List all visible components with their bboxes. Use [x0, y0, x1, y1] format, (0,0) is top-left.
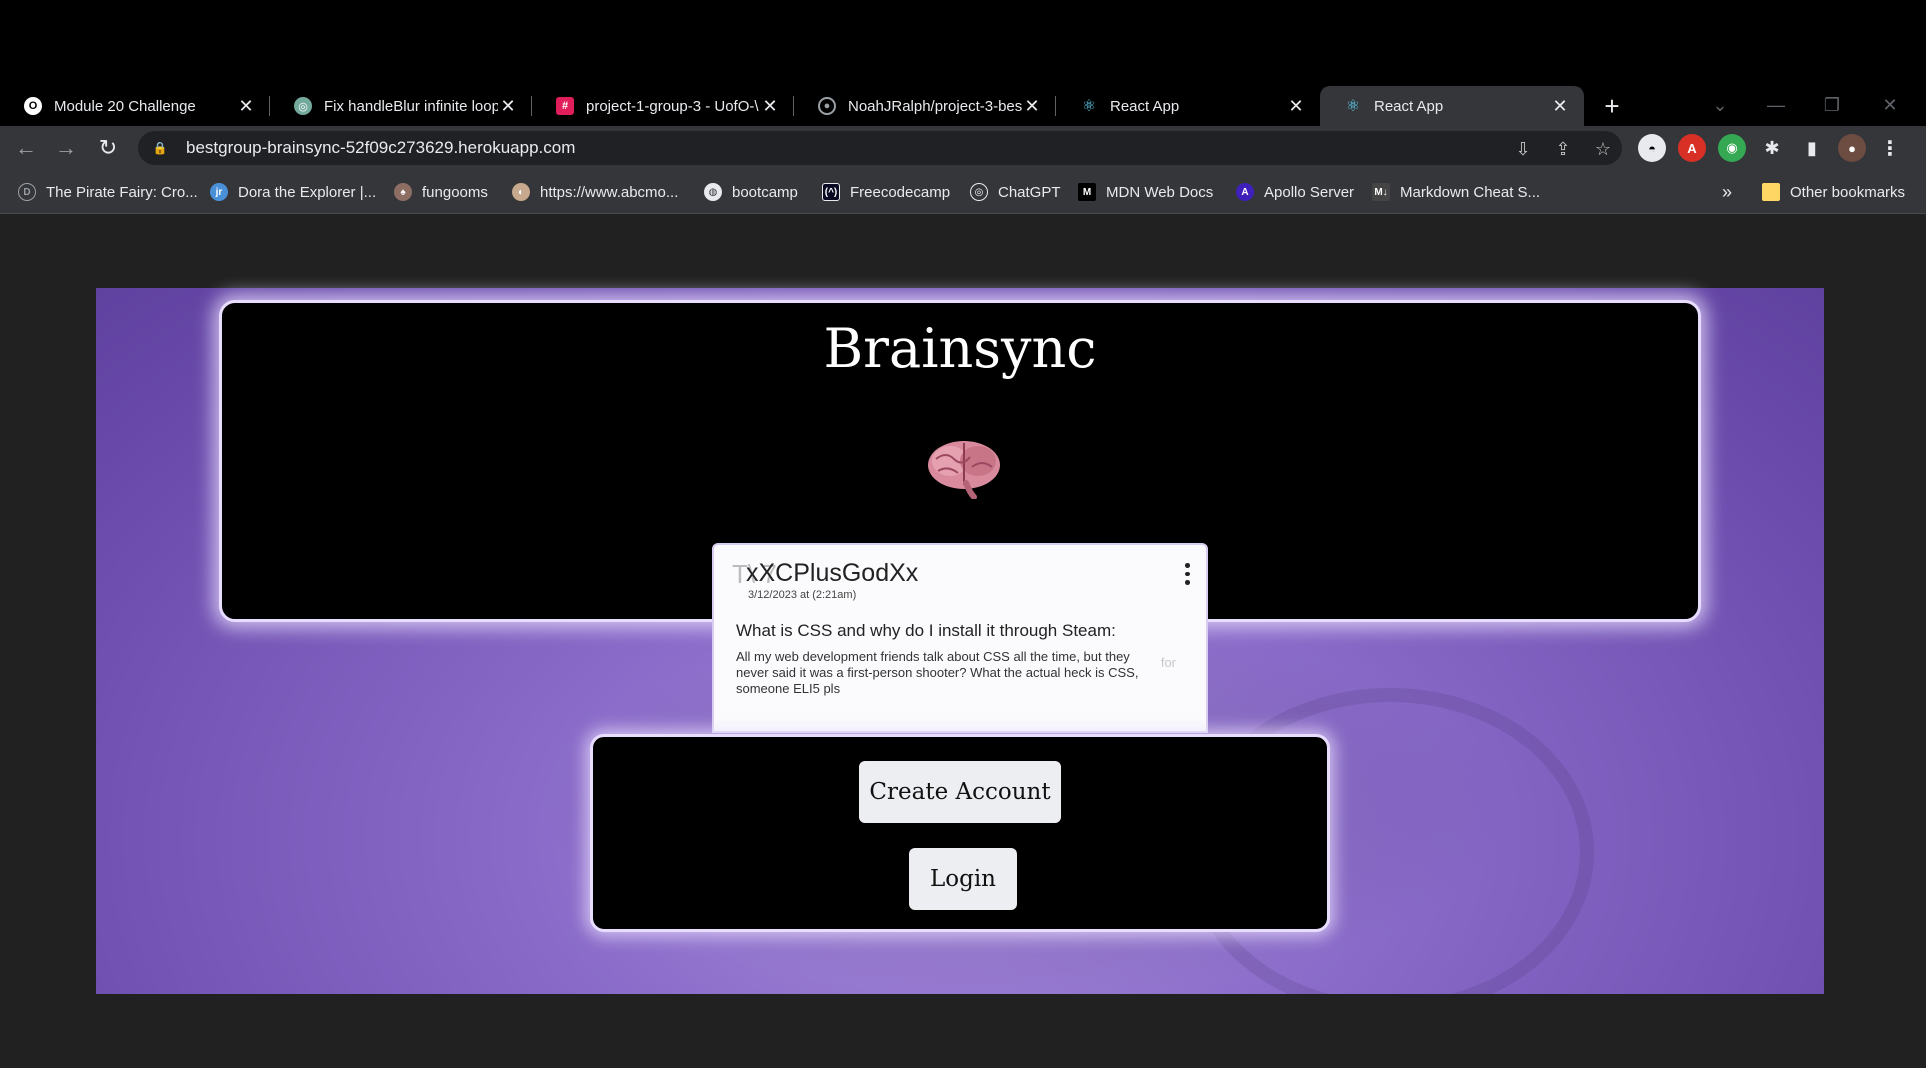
pdf-extension-icon[interactable]: A — [1678, 134, 1706, 162]
tab-title: React App — [1374, 97, 1444, 115]
tab-title: NoahJRalph/project-3-best — [848, 97, 1022, 115]
markdown-icon: M↓ — [1372, 183, 1390, 201]
minimize-button[interactable]: — — [1754, 88, 1798, 122]
tab-react-app-active[interactable]: ⚛ React App ✕ — [1320, 86, 1584, 126]
lock-icon[interactable]: 🔒 — [152, 140, 168, 156]
tab-title: React App — [1110, 97, 1180, 115]
bookmark-item[interactable]: ◍ bootcamp — [704, 180, 798, 204]
bookmark-item[interactable]: A Apollo Server — [1236, 180, 1354, 204]
close-icon[interactable]: ✕ — [1286, 96, 1306, 116]
close-icon[interactable]: ✕ — [498, 96, 518, 116]
folder-icon — [1762, 183, 1780, 201]
url-text: bestgroup-brainsync-52f09c273629.herokua… — [186, 138, 576, 157]
profile-avatar[interactable]: ● — [1838, 134, 1866, 162]
tab-react-app[interactable]: ⚛ React App ✕ — [1056, 86, 1320, 126]
forward-button[interactable]: → — [50, 132, 82, 164]
chatgpt-icon: ◎ — [970, 183, 988, 201]
bookmarks-overflow-button[interactable]: » — [1722, 180, 1732, 204]
share-icon[interactable]: ⇪ — [1552, 138, 1574, 160]
bookmark-item[interactable]: D The Pirate Fairy: Cro... — [18, 180, 198, 204]
title-bar — [0, 0, 1926, 86]
extensions-puzzle-icon[interactable]: ✱ — [1758, 134, 1786, 162]
bookmark-item[interactable]: M↓ Markdown Cheat S... — [1372, 180, 1540, 204]
new-tab-button[interactable]: + — [1598, 91, 1626, 121]
restore-button[interactable]: ❐ — [1810, 88, 1854, 122]
close-icon[interactable]: ✕ — [1550, 96, 1570, 116]
bookmark-label: https://www.abcmo... — [540, 183, 679, 201]
mushroom-icon: ♠ — [394, 183, 412, 201]
bookmark-star-icon[interactable]: ☆ — [1592, 138, 1614, 160]
incognito-extension-icon[interactable]: ◓ — [1638, 134, 1666, 162]
back-button[interactable]: ← — [10, 132, 42, 164]
close-icon[interactable]: ✕ — [760, 96, 780, 116]
other-bookmarks-label: Other bookmarks — [1790, 183, 1906, 201]
google-extension-icon[interactable]: ◉ — [1718, 134, 1746, 162]
create-account-button[interactable]: Create Account — [859, 761, 1061, 823]
brand-title: Brainsync — [823, 317, 1097, 380]
post-date: 3/12/2023 at (2:21am) — [748, 589, 857, 601]
tab-fix-handleblur[interactable]: ◎ Fix handleBlur infinite loop. ✕ — [270, 86, 532, 126]
post-menu-icon[interactable] — [1182, 561, 1192, 587]
side-panel-icon[interactable]: ▮ — [1798, 134, 1826, 162]
tab-search-icon[interactable]: ⌄ — [1698, 88, 1742, 122]
tab-strip: O Module 20 Challenge ✕ ◎ Fix handleBlur… — [0, 86, 1926, 126]
tab-title: Module 20 Challenge — [54, 97, 196, 115]
tab-project-1-group-3[interactable]: # project-1-group-3 - UofO-\ ✕ — [532, 86, 794, 126]
bookmark-label: Freecodecamp — [850, 183, 951, 201]
browser-toolbar: ← → ↻ 🔒 bestgroup-brainsync-52f09c273629… — [0, 126, 1926, 170]
bookmark-label: Dora the Explorer |... — [238, 183, 377, 201]
browser-window: O Module 20 Challenge ✕ ◎ Fix handleBlur… — [0, 0, 1926, 1068]
cow-icon: ◐ — [512, 183, 530, 201]
react-icon: ⚛ — [1345, 98, 1361, 115]
reload-button[interactable]: ↻ — [92, 132, 124, 164]
jr-icon: jr — [210, 183, 228, 201]
bookmark-label: fungooms — [422, 183, 488, 201]
brain-icon — [928, 441, 1000, 499]
bookmark-item[interactable]: ♠ fungooms — [394, 180, 488, 204]
bookmark-label: ChatGPT — [998, 183, 1061, 201]
react-icon: ⚛ — [1081, 98, 1097, 115]
tab-module-20-challenge[interactable]: O Module 20 Challenge ✕ — [0, 86, 270, 126]
bookmark-label: Markdown Cheat S... — [1400, 183, 1541, 201]
post-username[interactable]: xXCPlusGodXx — [746, 559, 918, 588]
bookmarks-bar: D The Pirate Fairy: Cro... jr Dora the E… — [0, 170, 1926, 214]
opera-icon: O — [24, 97, 42, 115]
install-app-icon[interactable]: ⇩ — [1512, 138, 1534, 160]
menu-kebab-icon[interactable]: ⋮ — [1876, 134, 1904, 162]
mdn-icon: M — [1078, 183, 1096, 201]
post-title: What is CSS and why do I install it thro… — [736, 621, 1116, 640]
close-window-button[interactable]: ✕ — [1868, 88, 1912, 122]
auth-card: Create Account Login — [590, 734, 1330, 932]
tab-title: Fix handleBlur infinite loop. — [324, 97, 498, 115]
address-bar[interactable]: 🔒 bestgroup-brainsync-52f09c273629.herok… — [138, 131, 1622, 165]
other-bookmarks[interactable]: Other bookmarks — [1762, 180, 1905, 204]
bookmark-item[interactable]: ◎ ChatGPT — [970, 180, 1061, 204]
login-button[interactable]: Login — [909, 848, 1017, 910]
post-body: All my web development friends talk abou… — [736, 649, 1139, 696]
freecodecamp-icon: (^) — [822, 183, 840, 201]
tab-title: project-1-group-3 - UofO-\ — [586, 97, 759, 115]
bookmark-label: The Pirate Fairy: Cro... — [46, 183, 198, 201]
disney-icon: D — [18, 183, 36, 201]
bookmark-item[interactable]: jr Dora the Explorer |... — [210, 180, 376, 204]
github-icon: ● — [818, 97, 836, 115]
chatgpt-icon: ◎ — [294, 97, 312, 115]
close-icon[interactable]: ✕ — [236, 96, 256, 116]
post-card[interactable]: T\ 7 xXCPlusGodXx 3/12/2023 at (2:21am) … — [712, 543, 1208, 733]
bookmark-item[interactable]: (^) Freecodecamp — [822, 180, 950, 204]
tab-noahjralph-project-3[interactable]: ● NoahJRalph/project-3-best ✕ — [794, 86, 1056, 126]
apollo-icon: A — [1236, 183, 1254, 201]
bookmark-item[interactable]: M MDN Web Docs — [1078, 180, 1213, 204]
slack-icon: # — [556, 97, 574, 115]
bookmark-label: bootcamp — [732, 183, 798, 201]
bookmark-label: MDN Web Docs — [1106, 183, 1214, 201]
close-icon[interactable]: ✕ — [1022, 96, 1042, 116]
globe-icon: ◍ — [704, 183, 722, 201]
bookmark-item[interactable]: ◐ https://www.abcmo... — [512, 180, 678, 204]
bookmark-label: Apollo Server — [1264, 183, 1355, 201]
